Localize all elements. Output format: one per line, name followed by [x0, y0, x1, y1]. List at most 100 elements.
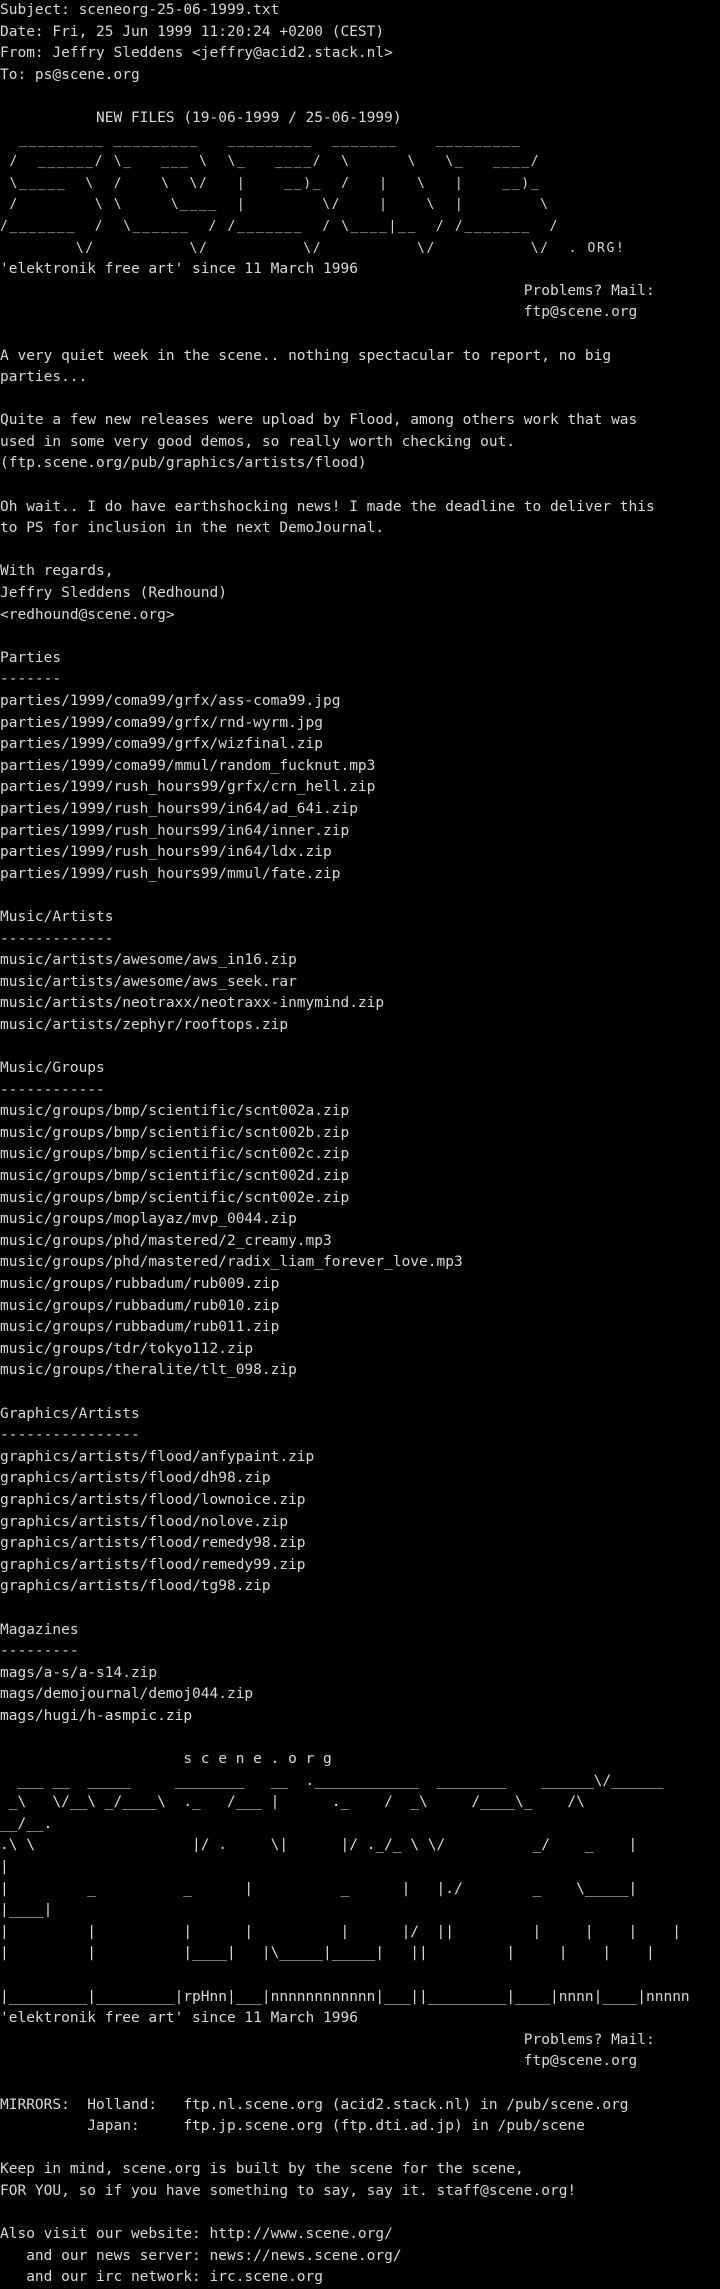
- section-parties: Parties ------- parties/1999/coma99/grfx…: [0, 648, 720, 886]
- intro-line: [0, 540, 720, 562]
- file-path: music/artists/neotraxx/neotraxx-inmymind…: [0, 995, 385, 1012]
- new-files-title: NEW FILES (19-06-1999 / 25-06-1999): [0, 109, 402, 126]
- scene-ascii-logo: _________ _________ _________ _______ __…: [0, 130, 720, 260]
- section-underline: ----------------: [0, 1427, 140, 1444]
- file-path: graphics/artists/flood/dh98.zip: [0, 1470, 271, 1487]
- news-server-line: and our news server: news://news.scene.o…: [0, 2247, 402, 2264]
- footer-problems-label: Problems? Mail:: [0, 2031, 655, 2048]
- file-path: graphics/artists/flood/nolove.zip: [0, 1513, 289, 1530]
- intro-line: used in some very good demos, so really …: [0, 433, 516, 450]
- section-graphics-artists: Graphics/Artists ---------------- graphi…: [0, 1404, 720, 1598]
- website-line: Also visit our website: http://www.scene…: [0, 2226, 393, 2243]
- footer-ascii-logo: ___ __ _____ ________ __ .____________ _…: [0, 1771, 720, 2009]
- file-path: mags/a-s/a-s14.zip: [0, 1664, 158, 1681]
- intro-line: A very quiet week in the scene.. nothing…: [0, 347, 612, 364]
- file-path: parties/1999/coma99/grfx/rnd-wyrm.jpg: [0, 714, 324, 731]
- section-title: Magazines: [0, 1621, 79, 1638]
- closing-line: FOR YOU, so if you have something to say…: [0, 2182, 577, 2199]
- section-music-groups: Music/Groups ------------ music/groups/b…: [0, 1058, 720, 1382]
- intro-line: to PS for inclusion in the next DemoJour…: [0, 520, 385, 537]
- file-path: graphics/artists/flood/anfypaint.zip: [0, 1448, 315, 1465]
- ascii-logo-line: | | |____| |\_____|_____| || | | | |: [0, 1945, 655, 1962]
- ascii-logo-line: [0, 1965, 720, 1987]
- ascii-logo-line: __/__.: [0, 1815, 53, 1832]
- file-path: parties/1999/coma99/mmul/random_fucknut.…: [0, 757, 376, 774]
- file-path: parties/1999/rush_hours99/in64/ldx.zip: [0, 844, 332, 861]
- from-line: From: Jeffry Sleddens <jeffry@acid2.stac…: [0, 45, 393, 62]
- ascii-logo-line: /_______ / \______ / /_______ / \____|__…: [0, 218, 560, 234]
- subject-line: Subject: sceneorg-25-06-1999.txt: [0, 2, 280, 18]
- file-path: music/groups/bmp/scientific/scnt002d.zip: [0, 1168, 350, 1185]
- file-path: music/artists/zephyr/rooftops.zip: [0, 1016, 289, 1033]
- problems-email: ftp@scene.org: [0, 304, 638, 321]
- file-path: music/groups/bmp/scientific/scnt002a.zip: [0, 1103, 350, 1120]
- closing-line: Keep in mind, scene.org is built by the …: [0, 2161, 524, 2178]
- ascii-logo-line: |_________|_________|rpHnn|___|nnnnnnnnn…: [0, 1988, 690, 2005]
- file-path: music/artists/awesome/aws_seek.rar: [0, 973, 297, 990]
- ascii-logo-line: _________ _________ _________ _______ __…: [0, 132, 522, 148]
- ascii-logo-line: |____|: [0, 1902, 53, 1919]
- ascii-logo-line: / ______/ \_ ___ \ \_ ____/ \ \ \_ ____/: [0, 154, 541, 170]
- footer-logo-title: s c e n e . o r g: [0, 1751, 332, 1768]
- file-path: parties/1999/rush_hours99/in64/ad_64i.zi…: [0, 800, 358, 817]
- file-path: parties/1999/rush_hours99/grfx/crn_hell.…: [0, 779, 376, 796]
- text-document: Subject: sceneorg-25-06-1999.txt Date: F…: [0, 0, 720, 2289]
- ascii-logo-line: / \ \ \____ | \/ | \ | \: [0, 197, 550, 213]
- section-title: Graphics/Artists: [0, 1405, 140, 1422]
- file-path: mags/demojournal/demoj044.zip: [0, 1686, 254, 1703]
- intro-line: [0, 389, 720, 411]
- intro-line: parties...: [0, 369, 88, 386]
- file-path: music/groups/bmp/scientific/scnt002b.zip: [0, 1124, 350, 1141]
- intro-text: A very quiet week in the scene.. nothing…: [0, 346, 720, 627]
- file-path: parties/1999/rush_hours99/mmul/fate.zip: [0, 865, 341, 882]
- ascii-logo-line: |: [0, 1859, 9, 1876]
- file-path: parties/1999/rush_hours99/in64/inner.zip: [0, 822, 350, 839]
- section-music-artists: Music/Artists ------------- music/artist…: [0, 907, 720, 1037]
- mirror-japan: Japan: ftp.jp.scene.org (ftp.dti.ad.jp) …: [0, 2118, 585, 2135]
- file-path: parties/1999/coma99/grfx/ass-coma99.jpg: [0, 693, 341, 709]
- section-title: Parties: [0, 649, 62, 666]
- intro-line: <redhound@scene.org>: [0, 606, 175, 623]
- file-path: music/groups/phd/mastered/radix_liam_for…: [0, 1254, 463, 1271]
- section-underline: ------------: [0, 1081, 105, 1098]
- problems-label: Problems? Mail:: [0, 282, 655, 299]
- intro-line: Quite a few new releases were upload by …: [0, 412, 638, 429]
- ascii-logo-line: _\ \/__\ _/____\ ._ /___ | ._ / _\ /____…: [0, 1794, 585, 1811]
- footer-tagline: 'elektronik free art' since 11 March 199…: [0, 2010, 358, 2027]
- file-path: graphics/artists/flood/remedy99.zip: [0, 1556, 306, 1573]
- file-path: music/groups/bmp/scientific/scnt002c.zip: [0, 1146, 350, 1163]
- intro-line: Oh wait.. I do have earthshocking news! …: [0, 498, 655, 515]
- file-path: music/groups/rubbadum/rub010.zip: [0, 1297, 280, 1314]
- file-path: graphics/artists/flood/lownoice.zip: [0, 1491, 306, 1508]
- intro-line: With regards,: [0, 563, 114, 580]
- file-path: music/groups/theralite/tlt_098.zip: [0, 1362, 297, 1379]
- ascii-logo-line: ___ __ _____ ________ __ .____________ _…: [0, 1772, 664, 1789]
- file-path: graphics/artists/flood/tg98.zip: [0, 1578, 271, 1595]
- section-underline: ---------: [0, 1643, 79, 1660]
- mirror-holland: MIRRORS: Holland: ftp.nl.scene.org (acid…: [0, 2096, 629, 2113]
- date-line: Date: Fri, 25 Jun 1999 11:20:24 +0200 (C…: [0, 23, 385, 40]
- file-path: music/groups/rubbadum/rub009.zip: [0, 1276, 280, 1293]
- file-path: music/artists/awesome/aws_in16.zip: [0, 952, 297, 969]
- file-path: music/groups/moplayaz/mvp_0044.zip: [0, 1211, 297, 1228]
- file-path: music/groups/bmp/scientific/scnt002e.zip: [0, 1189, 350, 1206]
- ascii-logo-line: | | | | | |/ || | | | |: [0, 1923, 681, 1940]
- file-path: music/groups/tdr/tokyo112.zip: [0, 1340, 254, 1357]
- file-path: music/groups/phd/mastered/2_creamy.mp3: [0, 1232, 332, 1249]
- section-title: Music/Groups: [0, 1060, 105, 1077]
- file-path: graphics/artists/flood/remedy98.zip: [0, 1535, 306, 1552]
- ascii-logo-line: \/ \/ \/ \/ \/ . ORG!: [0, 240, 626, 256]
- ascii-logo-line: \_____ \ / \ \/ | __)_ / | \ | __)_: [0, 175, 541, 191]
- section-underline: -------------: [0, 930, 114, 947]
- file-path: parties/1999/coma99/grfx/wizfinal.zip: [0, 736, 324, 753]
- irc-network-line: and our irc network: irc.scene.org: [0, 2269, 324, 2286]
- ascii-logo-line: .\ \ |/ . \| |/ ._/_ \ \/ _/ _ |: [0, 1837, 638, 1854]
- section-underline: -------: [0, 671, 62, 688]
- intro-line: (ftp.scene.org/pub/graphics/artists/floo…: [0, 455, 367, 472]
- tagline: 'elektronik free art' since 11 March 199…: [0, 261, 358, 278]
- intro-line: [0, 475, 720, 497]
- file-path: music/groups/rubbadum/rub011.zip: [0, 1319, 280, 1336]
- footer-problems-email: ftp@scene.org: [0, 2053, 638, 2070]
- file-path: mags/hugi/h-asmpic.zip: [0, 1707, 193, 1724]
- to-line: To: ps@scene.org: [0, 66, 140, 83]
